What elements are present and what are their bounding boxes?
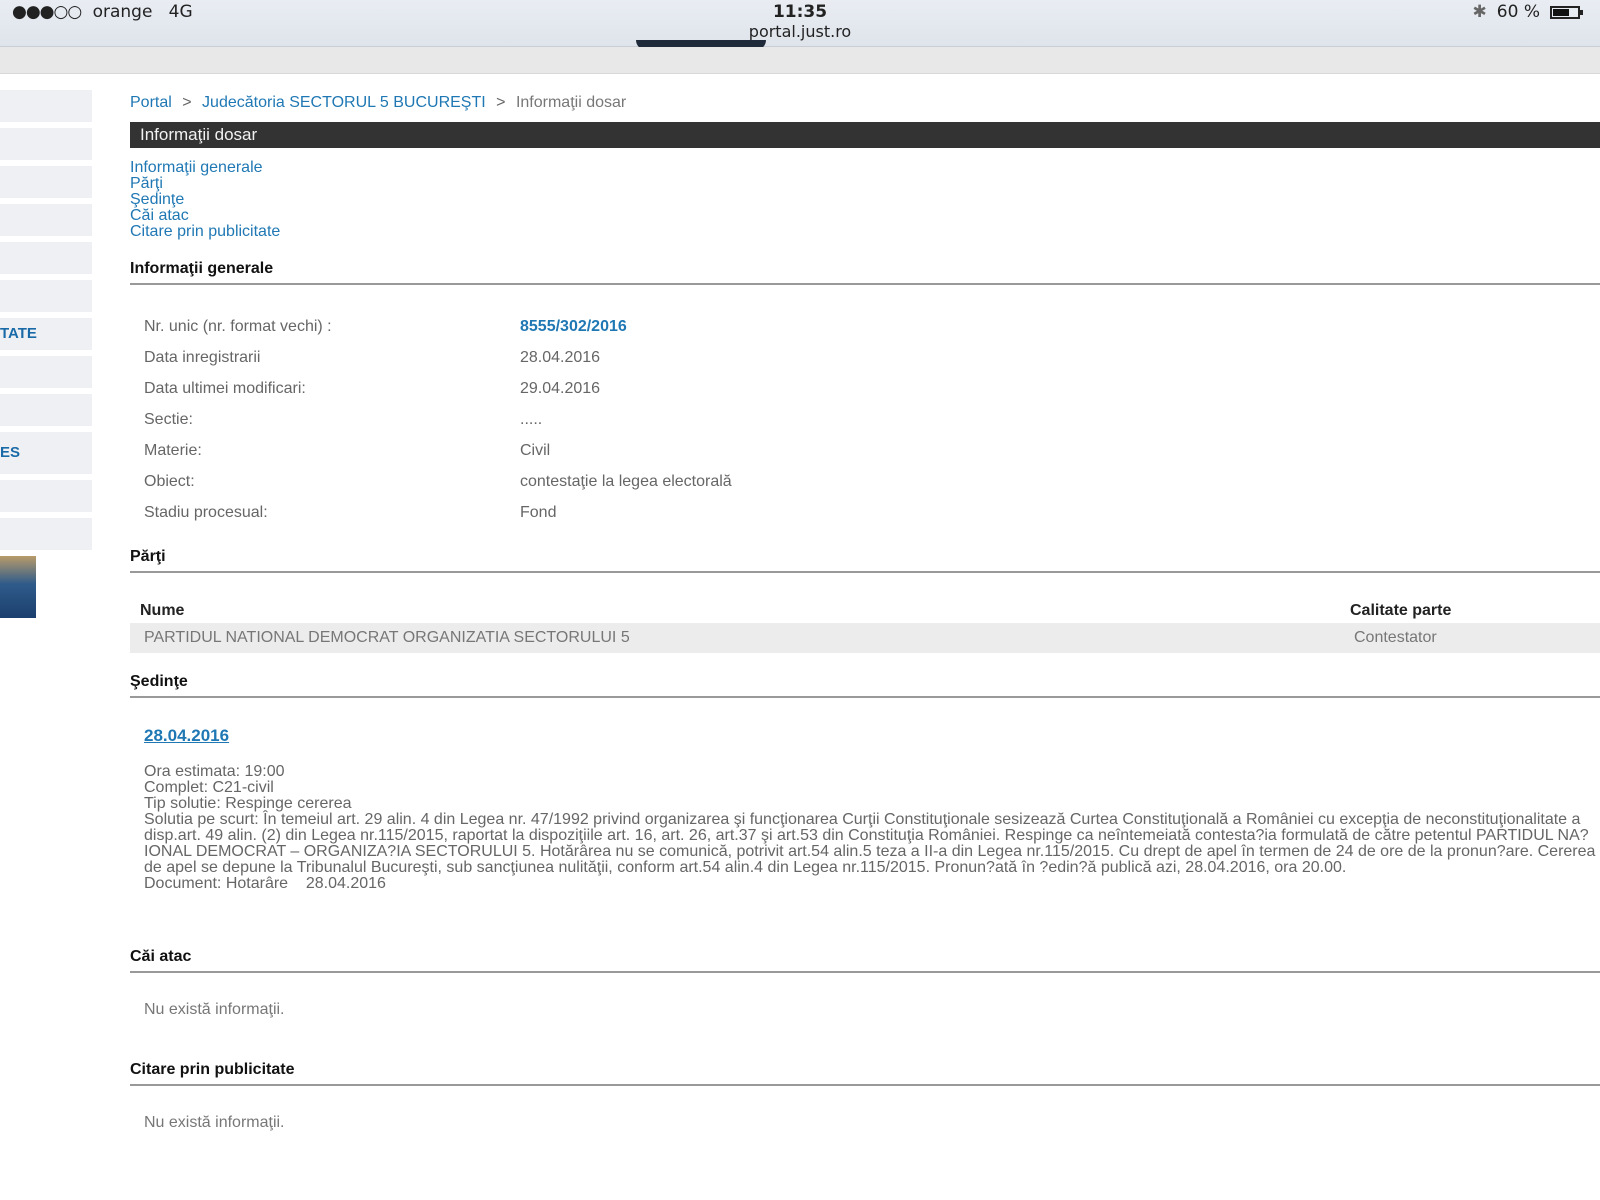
info-label: Materie: [144,441,202,459]
hearing-estimated-time: Ora estimata: 19:00 [144,763,285,780]
page-title: Informaţii dosar [130,122,1600,148]
party-name: PARTIDUL NATIONAL DEMOCRAT ORGANIZATIA S… [130,623,1340,653]
breadcrumb-court-link[interactable]: Judecătoria SECTORUL 5 BUCUREŞTI [202,94,486,111]
info-value: contestaţie la legea electorală [520,472,732,490]
info-label: Data ultimei modificari: [144,379,306,397]
info-row: Stadiu procesual: Fond [130,497,1600,528]
sidebar-item[interactable] [0,90,92,122]
battery-status: ✱ 60 % [1472,2,1583,22]
breadcrumb-separator: > [182,94,192,111]
info-row: Nr. unic (nr. format vechi) : 8555/302/2… [130,311,1600,342]
section-heading-informatii-generale: Informaţii generale [130,260,1600,285]
main-content: Portal > Judecătoria SECTORUL 5 BUCUREŞT… [130,92,1600,1132]
info-row: Data ultimei modificari: 29.04.2016 [130,373,1600,404]
case-number-link[interactable]: 8555/302/2016 [520,318,627,335]
section-heading-parti: Părţi [130,548,1600,573]
info-row: Obiect: contestaţie la legea electorală [130,466,1600,497]
sidebar-item[interactable] [0,394,92,426]
column-header-nume: Nume [140,602,185,619]
toc-link-sedinte[interactable]: Şedinţe [130,192,1600,208]
info-label: Sectie: [144,410,193,428]
sidebar-item[interactable] [0,242,92,274]
info-label: Nr. unic (nr. format vechi) : [144,317,332,335]
section-heading-sedinte: Şedinţe [130,673,1600,698]
info-label: Data inregistrarii [144,348,261,366]
ios-status-bar: ●●●○○ orange 4G 11:35 portal.just.ro ✱ 6… [0,0,1600,50]
clock: 11:35 [772,2,828,22]
sidebar-item-es[interactable]: ES [0,432,92,474]
info-row: Materie: Civil [130,435,1600,466]
toc-link-cai-atac[interactable]: Căi atac [130,208,1600,224]
battery-icon [1550,5,1583,19]
toc-link-parti[interactable]: Părţi [130,176,1600,192]
info-row: Sectie: ..... [130,404,1600,435]
sidebar-item[interactable] [0,166,92,198]
breadcrumb-current: Informaţii dosar [515,94,627,111]
sidebar-item-tate[interactable]: TATE [0,318,92,350]
sidebar-item[interactable] [0,204,92,236]
bluetooth-icon: ✱ [1472,2,1487,22]
sidebar-menu: TATE ES [0,90,92,618]
table-header-row: Nume Calitate parte [130,599,1600,623]
party-role: Contestator [1340,623,1600,653]
general-info-table: Nr. unic (nr. format vechi) : 8555/302/2… [130,311,1600,528]
info-value: ..... [520,410,543,428]
browser-toolbar [0,47,1600,74]
section-heading-citare: Citare prin publicitate [130,1061,1600,1086]
address-bar-url[interactable]: portal.just.ro [0,22,1600,41]
breadcrumb: Portal > Judecătoria SECTORUL 5 BUCUREŞT… [130,92,1600,114]
info-value: 28.04.2016 [520,348,601,366]
info-value: Fond [520,503,557,521]
sidebar-item[interactable] [0,356,92,388]
hearing-details: Ora estimata: 19:00 Complet: C21-civil T… [144,764,1600,892]
breadcrumb-separator: > [496,94,506,111]
toc-link-informatii-generale[interactable]: Informaţii generale [130,160,1600,176]
no-info-message: Nu există informaţii. [144,1001,285,1018]
hearing-solution-summary: Solutia pe scurt: În temeiul art. 29 ali… [144,811,1596,876]
info-label: Obiect: [144,472,195,490]
info-label: Stadiu procesual: [144,503,268,521]
info-value: Civil [520,441,551,459]
sidebar-item[interactable] [0,128,92,160]
section-navigation: Informaţii generale Părţi Şedinţe Căi at… [130,160,1600,240]
parties-table: Nume Calitate parte PARTIDUL NATIONAL DE… [130,599,1600,653]
info-value: 29.04.2016 [520,379,601,397]
hearing-date-link[interactable]: 28.04.2016 [144,726,1600,746]
hearing-document: Document: Hotarâre 28.04.2016 [144,875,386,892]
battery-percentage: 60 % [1496,2,1540,22]
table-row: PARTIDUL NATIONAL DEMOCRAT ORGANIZATIA S… [130,623,1600,653]
sidebar-item[interactable] [0,280,92,312]
hearing-solution-type: Tip solutie: Respinge cererea [144,795,352,812]
toc-link-citare[interactable]: Citare prin publicitate [130,224,1600,240]
no-info-message: Nu există informaţii. [144,1114,285,1131]
sidebar-banner-image[interactable] [0,556,36,618]
sidebar-item[interactable] [0,480,92,512]
column-header-calitate: Calitate parte [1350,602,1452,619]
section-heading-cai-atac: Căi atac [130,948,1600,973]
sidebar-item[interactable] [0,518,92,550]
breadcrumb-portal-link[interactable]: Portal [130,94,172,111]
info-row: Data inregistrarii 28.04.2016 [130,342,1600,373]
hearing-panel: Complet: C21-civil [144,779,274,796]
